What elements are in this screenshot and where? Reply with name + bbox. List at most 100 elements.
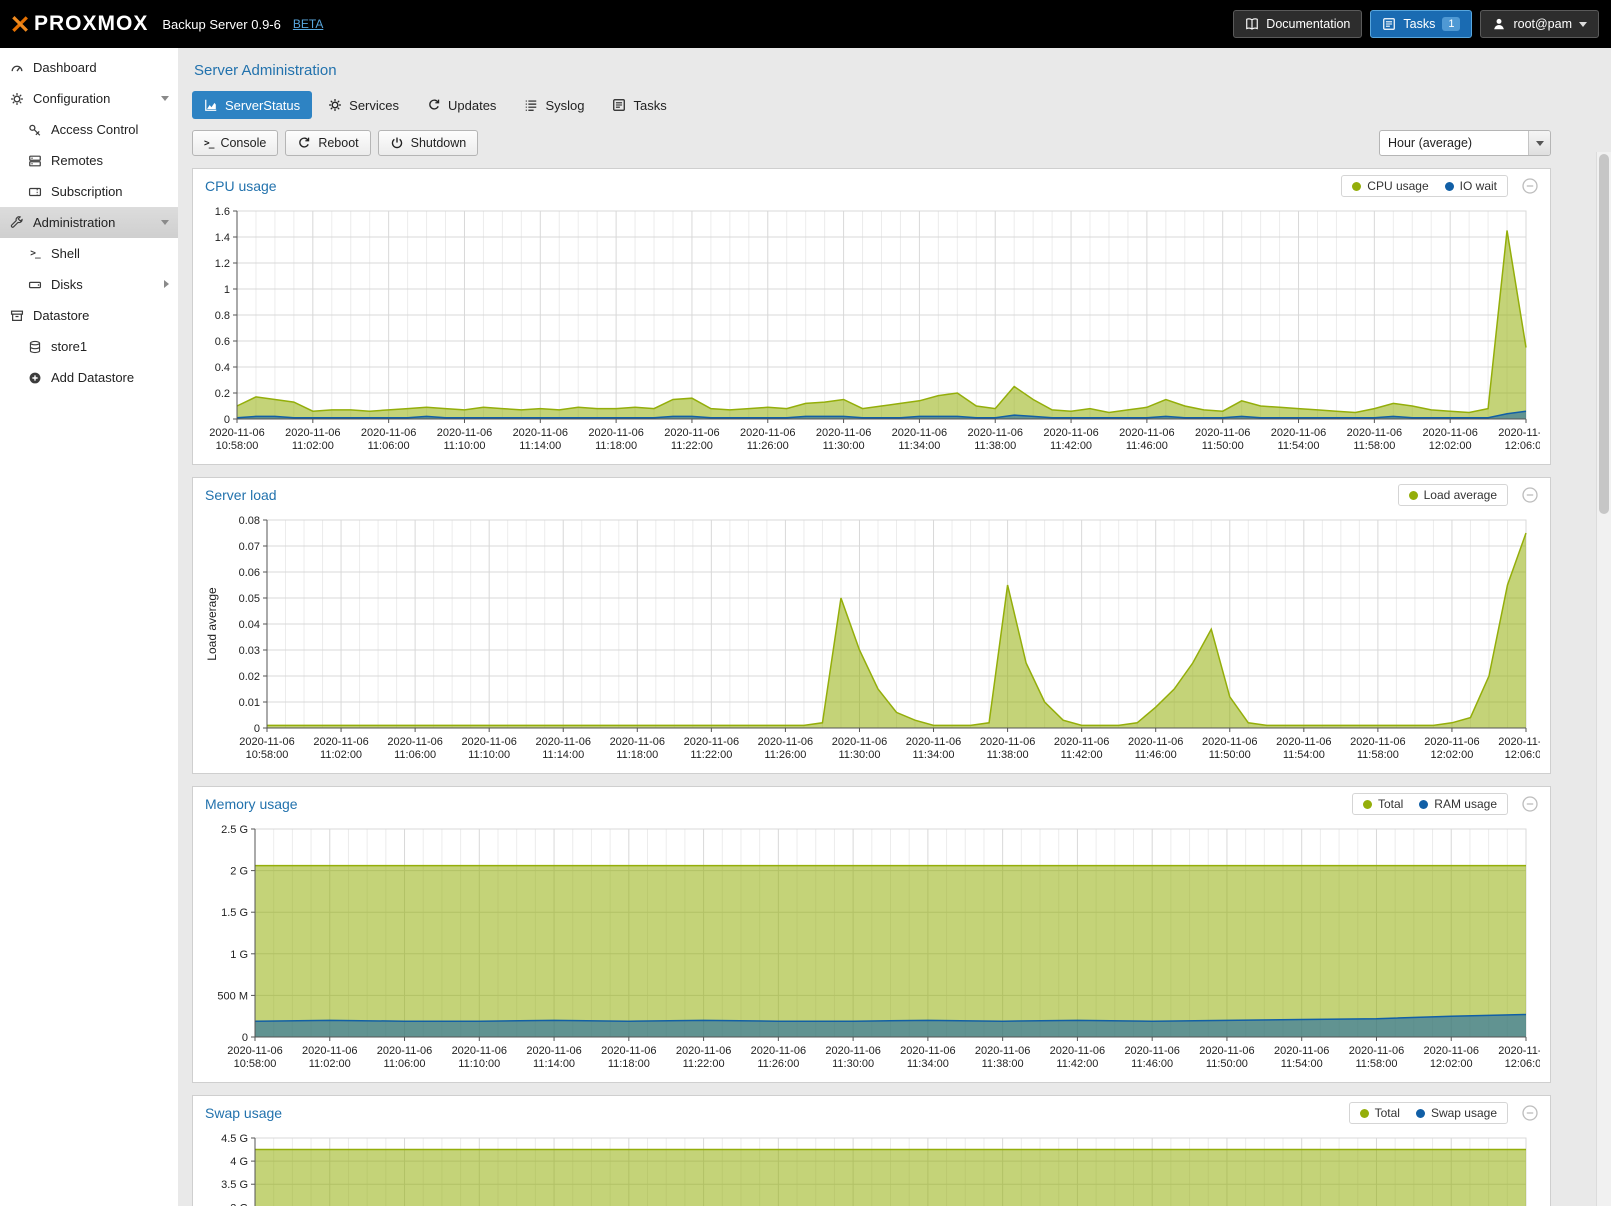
svg-text:2020-11-06: 2020-11-06 [684,736,739,748]
disk-icon [27,278,43,292]
reboot-button[interactable]: Reboot [285,130,370,156]
legend: Total Swap usage [1349,1102,1508,1124]
svg-text:2020-11-06: 2020-11-06 [1424,736,1479,748]
sidebar-item-datastore[interactable]: Datastore [0,300,178,331]
terminal-icon: >_ [204,138,213,149]
sidebar-item-dashboard[interactable]: Dashboard [0,52,178,83]
collapse-icon[interactable] [1522,1105,1538,1121]
svg-text:11:30:00: 11:30:00 [832,1058,874,1070]
svg-text:11:10:00: 11:10:00 [458,1058,500,1070]
svg-text:0: 0 [254,723,260,735]
legend-dot [1360,1109,1369,1118]
wrench-icon [9,216,25,230]
panel-title: Memory usage [205,796,298,812]
sidebar-item-shell[interactable]: >_ Shell [0,238,178,269]
svg-text:2020-11-06: 2020-11-06 [387,736,442,748]
svg-text:11:18:00: 11:18:00 [608,1058,650,1070]
select-trigger[interactable] [1528,131,1550,155]
sidebar-item-label: Shell [51,246,80,261]
svg-text:2020-11-06: 2020-11-06 [209,427,264,439]
sidebar-item-store1[interactable]: store1 [0,331,178,362]
beta-link[interactable]: BETA [293,17,323,31]
sidebar-item-label: store1 [51,339,87,354]
svg-text:3.5 G: 3.5 G [221,1179,248,1191]
brand-text: PROXMOX [34,12,148,36]
svg-text:4 G: 4 G [230,1156,248,1168]
console-button[interactable]: >_ Console [192,130,278,156]
shutdown-label: Shutdown [411,136,467,150]
svg-text:11:10:00: 11:10:00 [468,749,510,761]
svg-text:2020-11-06: 2020-11-06 [313,736,368,748]
panel-swap-usage: Swap usage Total Swap usage 0500 M1 G1.5… [192,1095,1551,1206]
sidebar-item-add-datastore[interactable]: Add Datastore [0,362,178,393]
sidebar-item-administration[interactable]: Administration [0,207,178,238]
scrollbar[interactable] [1596,152,1611,1206]
svg-text:11:26:00: 11:26:00 [764,749,806,761]
svg-text:11:38:00: 11:38:00 [987,749,1029,761]
legend-item-load-average[interactable]: Load average [1409,488,1497,502]
svg-text:2020-11-06: 2020-11-06 [906,736,961,748]
tasks-icon [1382,17,1396,31]
svg-text:2020-11-06: 2020-11-06 [1424,1045,1479,1057]
svg-text:2020-11-06: 2020-11-06 [513,427,568,439]
sidebar-item-disks[interactable]: Disks [0,269,178,300]
chevron-down-icon[interactable] [161,220,169,225]
terminal-icon: >_ [27,248,43,259]
svg-text:2020-11-06: 2020-11-06 [1422,427,1477,439]
svg-text:2020-11-06: 2020-11-06 [227,1045,282,1057]
legend-label: IO wait [1460,179,1497,193]
svg-text:11:50:00: 11:50:00 [1209,749,1251,761]
cpu-usage-chart: 00.20.40.60.811.21.41.62020-11-0610:58:0… [203,203,1540,460]
collapse-icon[interactable] [1522,178,1538,194]
svg-text:2020-11-06: 2020-11-06 [975,1045,1030,1057]
svg-text:0: 0 [224,414,230,426]
svg-text:2020-11-06: 2020-11-06 [601,1045,656,1057]
svg-text:12:06:00: 12:06:00 [1505,440,1540,452]
panel-server-load: Server load Load average 00.010.020.030.… [192,477,1551,774]
tab-updates[interactable]: Updates [415,91,508,119]
sidebar-item-label: Subscription [51,184,123,199]
legend-item-ram-usage[interactable]: RAM usage [1419,797,1497,811]
sidebar-item-access-control[interactable]: Access Control [0,114,178,145]
svg-text:10:58:00: 10:58:00 [246,749,289,761]
legend-item-total[interactable]: Total [1363,797,1403,811]
panel-title: CPU usage [205,178,277,194]
tasks-label: Tasks [1403,17,1435,31]
documentation-button[interactable]: Documentation [1233,10,1362,38]
svg-text:11:10:00: 11:10:00 [443,440,485,452]
legend-item-cpu-usage[interactable]: CPU usage [1352,179,1428,193]
tab-syslog[interactable]: Syslog [512,91,596,119]
sidebar-item-configuration[interactable]: Configuration [0,83,178,114]
svg-text:11:58:00: 11:58:00 [1357,749,1399,761]
chevron-down-icon[interactable] [161,96,169,101]
svg-text:11:02:00: 11:02:00 [320,749,362,761]
svg-text:2020-11-06: 2020-11-06 [239,736,294,748]
svg-text:12:06:00: 12:06:00 [1505,749,1540,761]
tab-tasks[interactable]: Tasks [600,91,678,119]
scrollbar-thumb[interactable] [1599,154,1609,514]
user-menu-button[interactable]: root@pam [1480,10,1599,38]
collapse-icon[interactable] [1522,796,1538,812]
tab-services[interactable]: Services [316,91,411,119]
chevron-right-icon[interactable] [164,280,169,288]
interval-value: Hour (average) [1380,136,1528,150]
shutdown-button[interactable]: Shutdown [378,130,479,156]
tasks-button[interactable]: Tasks 1 [1370,10,1472,38]
svg-text:2020-11-06: 2020-11-06 [588,427,643,439]
legend-item-io-wait[interactable]: IO wait [1445,179,1497,193]
sidebar-item-remotes[interactable]: Remotes [0,145,178,176]
svg-text:0.2: 0.2 [215,388,230,400]
memory-usage-chart: 0500 M1 G1.5 G2 G2.5 G2020-11-0610:58:00… [203,821,1540,1078]
svg-text:11:50:00: 11:50:00 [1206,1058,1248,1070]
legend-item-swap-usage[interactable]: Swap usage [1416,1106,1497,1120]
legend-label: Total [1378,797,1403,811]
svg-text:11:42:00: 11:42:00 [1056,1058,1098,1070]
interval-select[interactable]: Hour (average) [1379,130,1551,156]
sidebar-item-subscription[interactable]: Subscription [0,176,178,207]
tasks-icon [612,98,626,112]
legend-item-total[interactable]: Total [1360,1106,1400,1120]
svg-text:2020-11-06: 2020-11-06 [1498,736,1540,748]
tab-serverstatus[interactable]: ServerStatus [192,91,312,119]
svg-text:2020-11-06: 2020-11-06 [1349,1045,1404,1057]
collapse-icon[interactable] [1522,487,1538,503]
